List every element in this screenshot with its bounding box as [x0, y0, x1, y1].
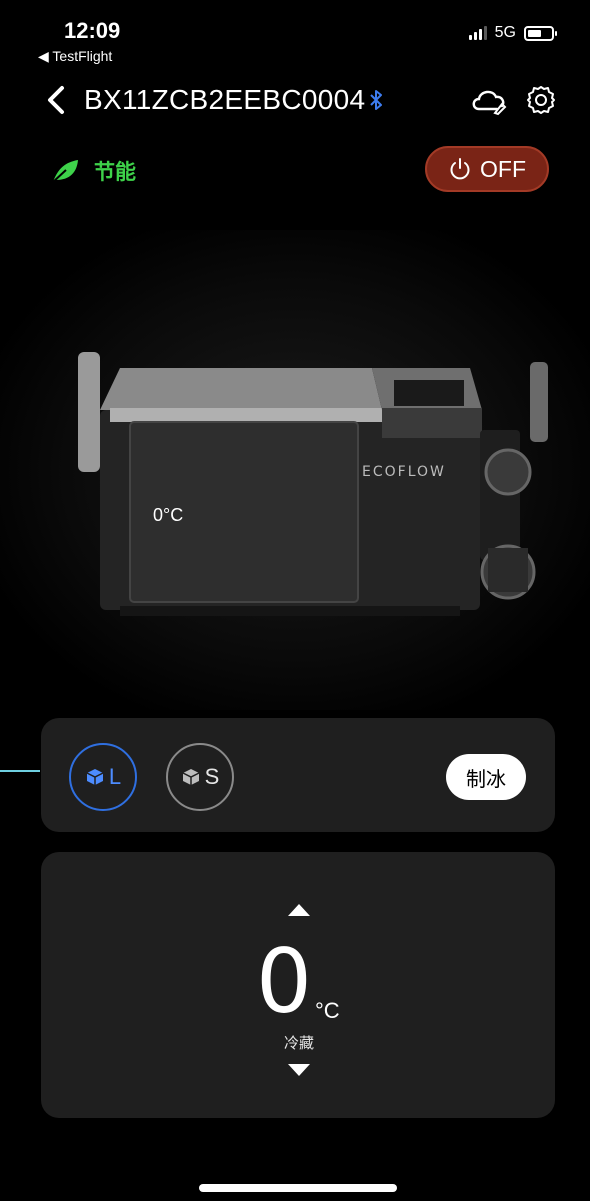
temperature-mode-label: 冷藏 [284, 1035, 315, 1052]
temp-down-arrow-icon[interactable] [286, 1062, 312, 1078]
cube-icon [182, 769, 199, 785]
eco-mode-indicator[interactable]: 节能 [50, 156, 136, 186]
back-chevron-icon[interactable] [44, 82, 68, 118]
mode-large-button[interactable]: L [69, 743, 137, 811]
temperature-value: 0 [256, 930, 312, 1033]
temperature-card: 0 °C 冷藏 [41, 852, 555, 1118]
battery-icon [524, 25, 557, 41]
home-indicator[interactable] [199, 1184, 397, 1192]
signal-icon [468, 26, 487, 40]
mode-small-label: S [204, 764, 220, 789]
make-ice-button[interactable]: 制冰 [446, 754, 526, 800]
temp-up-arrow-icon[interactable] [286, 902, 312, 918]
status-indicators: 5G [468, 24, 557, 42]
mode-large-label: L [108, 764, 122, 789]
status-time: 12:09 [64, 18, 121, 43]
testflight-back-link[interactable]: ◀ TestFlight [38, 48, 112, 65]
mode-small-button[interactable]: S [166, 743, 234, 811]
bluetooth-icon [370, 90, 382, 110]
device-title: BX11ZCB2EEBC0004 [84, 84, 366, 115]
cloud-icon[interactable] [469, 83, 511, 117]
fridge-window-temp: 0°C [153, 505, 184, 525]
nav-bar: BX11ZCB2EEBC0004 [0, 78, 590, 122]
leaf-icon [52, 160, 78, 183]
edge-accent [0, 770, 40, 772]
mode-card: L S 制冰 [41, 718, 555, 832]
fridge-illustration: ECOFLOW [78, 352, 548, 616]
fridge-image: ECOFLOW [0, 230, 590, 710]
status-bar: 12:09 ◀ TestFlight 5G [0, 0, 590, 70]
eco-label: 节能 [94, 161, 136, 184]
cube-icon [86, 769, 104, 785]
gear-icon[interactable] [525, 84, 557, 116]
brand-text: ECOFLOW [362, 464, 446, 480]
power-label: OFF [480, 155, 526, 182]
network-label: 5G [494, 24, 516, 41]
temperature-unit: °C [315, 998, 340, 1023]
power-button[interactable]: OFF [425, 146, 549, 192]
power-icon [450, 158, 470, 180]
